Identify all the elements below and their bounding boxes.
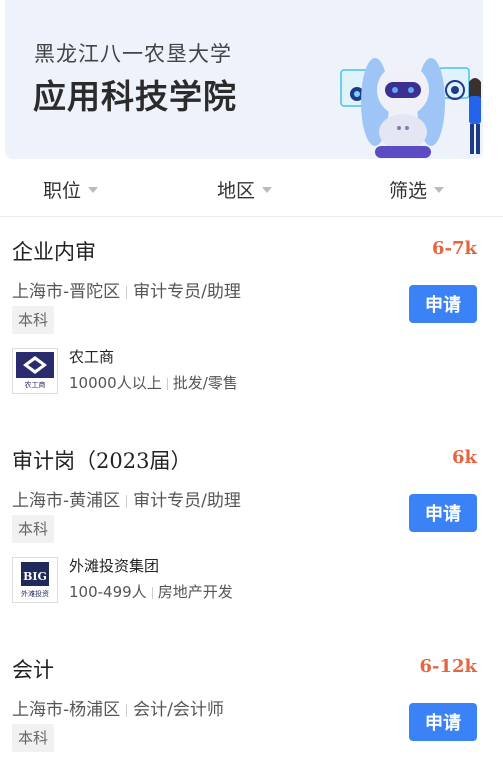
- filter-more-label: 筛选: [389, 180, 428, 202]
- job-meta: 上海市-黄浦区 审计专员/助理: [12, 486, 241, 511]
- robot-illustration: [340, 58, 481, 158]
- job-title: 会计: [12, 658, 54, 682]
- company-industry: 房地产开发: [157, 583, 233, 601]
- school-banner: 黑龙江八一农垦大学 应用科技学院: [5, 0, 483, 159]
- chevron-down-icon: [262, 186, 273, 193]
- company-info[interactable]: 农工商 农工商 10000人以上 批发/零售: [12, 348, 482, 396]
- apply-button[interactable]: 申请: [409, 285, 477, 323]
- job-category: 会计/会计师: [133, 700, 224, 720]
- job-title: 审计岗（2023届）: [12, 449, 192, 473]
- job-salary: 6k: [452, 447, 477, 468]
- job-category: 审计专员/助理: [133, 491, 241, 511]
- banner-title: 应用科技学院: [33, 77, 237, 116]
- job-location: 上海市-杨浦区: [12, 700, 121, 720]
- banner-subtitle: 黑龙江八一农垦大学: [34, 42, 232, 66]
- education-badge: 本科: [12, 306, 55, 334]
- filter-position[interactable]: 职位: [43, 176, 99, 203]
- education-badge: 本科: [12, 515, 55, 543]
- apply-button[interactable]: 申请: [409, 494, 477, 532]
- apply-button[interactable]: 申请: [409, 703, 477, 741]
- job-meta: 上海市-杨浦区 会计/会计师: [12, 695, 224, 720]
- filter-more[interactable]: 筛选: [389, 176, 445, 203]
- company-meta: 10000人以上 批发/零售: [69, 372, 238, 393]
- company-size: 100-499人: [69, 583, 147, 601]
- job-salary: 6-12k: [419, 656, 477, 677]
- company-name: 外滩投资集团: [69, 557, 160, 575]
- job-category: 审计专员/助理: [133, 282, 241, 302]
- filter-bar: 职位 地区 筛选: [0, 160, 503, 217]
- filter-position-label: 职位: [43, 180, 82, 202]
- filter-region[interactable]: 地区: [217, 176, 273, 203]
- company-industry: 批发/零售: [172, 374, 238, 392]
- job-meta: 上海市-晋陀区 审计专员/助理: [12, 277, 241, 302]
- company-logo: 农工商: [12, 348, 58, 394]
- company-info[interactable]: BIG 外滩投资 外滩投资集团 100-499人 房地产开发: [12, 557, 482, 605]
- logo-caption: 农工商: [25, 380, 46, 389]
- company-meta: 100-499人 房地产开发: [69, 581, 233, 602]
- job-salary: 6-7k: [432, 238, 477, 259]
- company-logo: BIG 外滩投资: [12, 557, 58, 603]
- chevron-down-icon: [88, 186, 99, 193]
- svg-text:BIG: BIG: [23, 570, 47, 583]
- chevron-down-icon: [434, 186, 445, 193]
- job-location: 上海市-黄浦区: [12, 491, 121, 511]
- company-size: 10000人以上: [69, 374, 162, 392]
- logo-caption: 外滩投资: [21, 589, 49, 598]
- job-title: 企业内审: [12, 240, 96, 264]
- education-badge: 本科: [12, 724, 55, 752]
- filter-region-label: 地区: [217, 180, 256, 202]
- company-name: 农工商: [69, 348, 115, 366]
- job-location: 上海市-晋陀区: [12, 282, 121, 302]
